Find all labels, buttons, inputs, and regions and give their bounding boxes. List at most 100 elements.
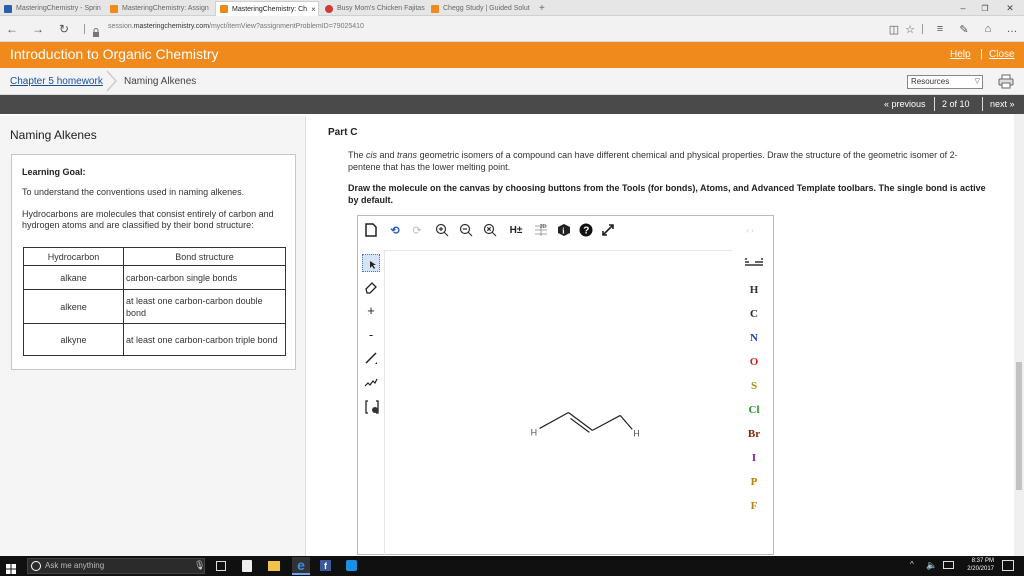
page-scrollbar[interactable] [1014, 114, 1024, 556]
task-view-icon[interactable] [216, 561, 226, 571]
taskbar: Ask me anything 🎙 e f ^ 🔈 8:37 PM 2/20/2… [0, 556, 1024, 576]
file-explorer-icon[interactable] [268, 561, 280, 571]
eraser-icon[interactable] [363, 279, 379, 295]
table-row: alkyne at least one carbon-carbon triple… [23, 323, 286, 356]
restore-icon[interactable]: ❐ [974, 0, 996, 16]
tab-label: MasteringChemistry: Ch [232, 5, 308, 13]
keyboard-icon[interactable] [943, 561, 954, 569]
atom-button-h[interactable]: H [736, 284, 772, 296]
tab-label: Chegg Study | Guided Solut [443, 5, 530, 12]
table-row: alkane carbon-carbon single bonds [23, 265, 286, 290]
url-field[interactable]: session.masteringchemistry.com/myct/item… [108, 23, 364, 30]
atom-label: H [531, 427, 537, 437]
editor-top-toolbar: ⟲ ⟳ H± 2D i ? ‹ › [358, 216, 773, 244]
hub-icon[interactable]: ≡ [932, 21, 948, 37]
microphone-icon[interactable]: 🎙 [194, 560, 205, 571]
browser-tab-3-active[interactable]: MasteringChemistry: Ch × [215, 1, 319, 16]
close-tab-icon[interactable]: × [311, 5, 316, 14]
atom-button-o[interactable]: O [736, 356, 772, 368]
question-text-part: The [348, 150, 367, 160]
window-close-icon[interactable]: ✕ [999, 0, 1021, 16]
next-link[interactable]: next » [990, 99, 1015, 109]
chevron-right-icon [106, 70, 118, 92]
bond-line [539, 411, 569, 429]
divider [934, 97, 935, 111]
chain-tool-icon[interactable] [363, 374, 379, 390]
header-separator: | [980, 48, 983, 60]
explicit-hydrogens-button[interactable]: H± [506, 222, 526, 238]
web-note-icon[interactable]: ✎ [956, 21, 972, 37]
facebook-icon[interactable]: f [320, 560, 331, 571]
system-clock[interactable]: 8:37 PM 2/20/2017 [958, 557, 994, 573]
2d-clean-icon[interactable]: 2D [532, 221, 550, 239]
cortana-icon [31, 561, 41, 571]
atom-button-p[interactable]: P [736, 476, 772, 488]
editor-left-toolbar: + - [358, 244, 384, 554]
favorite-star-icon[interactable]: ☆ [902, 21, 918, 37]
atom-button-cl[interactable]: Cl [736, 404, 772, 416]
show-hidden-icons-icon[interactable]: ^ [910, 560, 914, 569]
help-icon[interactable]: ? [578, 222, 594, 238]
edge-browser-icon[interactable]: e [292, 557, 310, 575]
refresh-icon[interactable]: ↻ [56, 21, 72, 37]
windows-start-icon[interactable] [6, 561, 16, 574]
browser-tab-5[interactable]: Chegg Study | Guided Solut [427, 1, 533, 16]
atom-button-n[interactable]: N [736, 332, 772, 344]
resources-dropdown[interactable]: Resources ▽ [907, 75, 983, 89]
help-link[interactable]: Help [950, 49, 971, 60]
zoom-reset-icon[interactable] [482, 222, 498, 238]
learning-goal-box: Learning Goal: To understand the convent… [11, 154, 296, 370]
table-cell: alkane [23, 265, 124, 290]
zoom-out-icon[interactable] [458, 222, 474, 238]
zoom-in-icon[interactable] [434, 222, 450, 238]
divider [922, 24, 923, 34]
breadcrumb: Chapter 5 homework Naming Alkenes Resour… [0, 68, 1024, 95]
taskbar-search-input[interactable]: Ask me anything [27, 558, 205, 574]
browser-tab-2[interactable]: MasteringChemistry: Assign [106, 1, 214, 16]
browser-tab-1[interactable]: MasteringChemistry - Sprin [0, 1, 104, 16]
table-header: Bond structure [123, 247, 286, 266]
volume-icon[interactable]: 🔈 [926, 560, 937, 571]
drawing-canvas[interactable]: H H [384, 250, 732, 555]
tab-label: MasteringChemistry - Sprin [16, 5, 101, 12]
redo-icon[interactable]: ⟳ [410, 222, 424, 238]
info-icon[interactable]: i [556, 222, 572, 238]
increase-charge-icon[interactable]: + [363, 302, 379, 318]
atom-button-c[interactable]: C [736, 308, 772, 320]
browser-tab-4[interactable]: Busy Mom's Chicken Fajitas [321, 1, 425, 16]
back-arrow-icon[interactable]: ← [4, 21, 20, 37]
decrease-charge-icon[interactable]: - [363, 326, 379, 342]
print-icon[interactable] [998, 74, 1014, 89]
periodic-table-icon[interactable] [736, 258, 772, 270]
expand-icon[interactable] [600, 222, 616, 238]
mastering-favicon [220, 5, 228, 13]
forward-arrow-icon[interactable]: → [30, 21, 46, 37]
single-bond-icon[interactable] [363, 350, 379, 366]
atom-button-s[interactable]: S [736, 380, 772, 392]
new-tab-button[interactable]: + [535, 1, 549, 16]
close-link[interactable]: Close [989, 49, 1015, 60]
collapse-arrows-icon[interactable]: ‹ › [740, 224, 760, 236]
undo-icon[interactable]: ⟲ [388, 222, 402, 238]
messenger-icon[interactable] [346, 560, 357, 571]
select-tool-icon[interactable] [362, 254, 380, 272]
store-icon[interactable] [242, 560, 252, 572]
atom-button-f[interactable]: F [736, 500, 772, 512]
minimize-icon[interactable]: – [952, 0, 974, 16]
atom-label: H [633, 428, 639, 438]
scrollbar-thumb[interactable] [1016, 362, 1022, 490]
more-icon[interactable]: … [1004, 21, 1020, 37]
atom-button-i[interactable]: I [736, 452, 772, 464]
breadcrumb-chapter-link[interactable]: Chapter 5 homework [10, 76, 103, 87]
new-document-icon[interactable] [364, 222, 378, 238]
reading-view-icon[interactable]: ◫ [886, 21, 902, 37]
divider [84, 24, 85, 34]
intro-panel: Naming Alkenes Learning Goal: To underst… [0, 116, 306, 556]
share-icon[interactable]: ⌂ [980, 21, 996, 37]
bracket-tool-icon[interactable] [363, 398, 381, 416]
atom-button-br[interactable]: Br [736, 428, 772, 440]
notification-center-icon[interactable] [1002, 560, 1014, 571]
previous-link[interactable]: « previous [884, 99, 926, 109]
hydrocarbon-description: Hydrocarbons are molecules that consist … [22, 209, 274, 230]
breadcrumb-current: Naming Alkenes [124, 76, 197, 87]
